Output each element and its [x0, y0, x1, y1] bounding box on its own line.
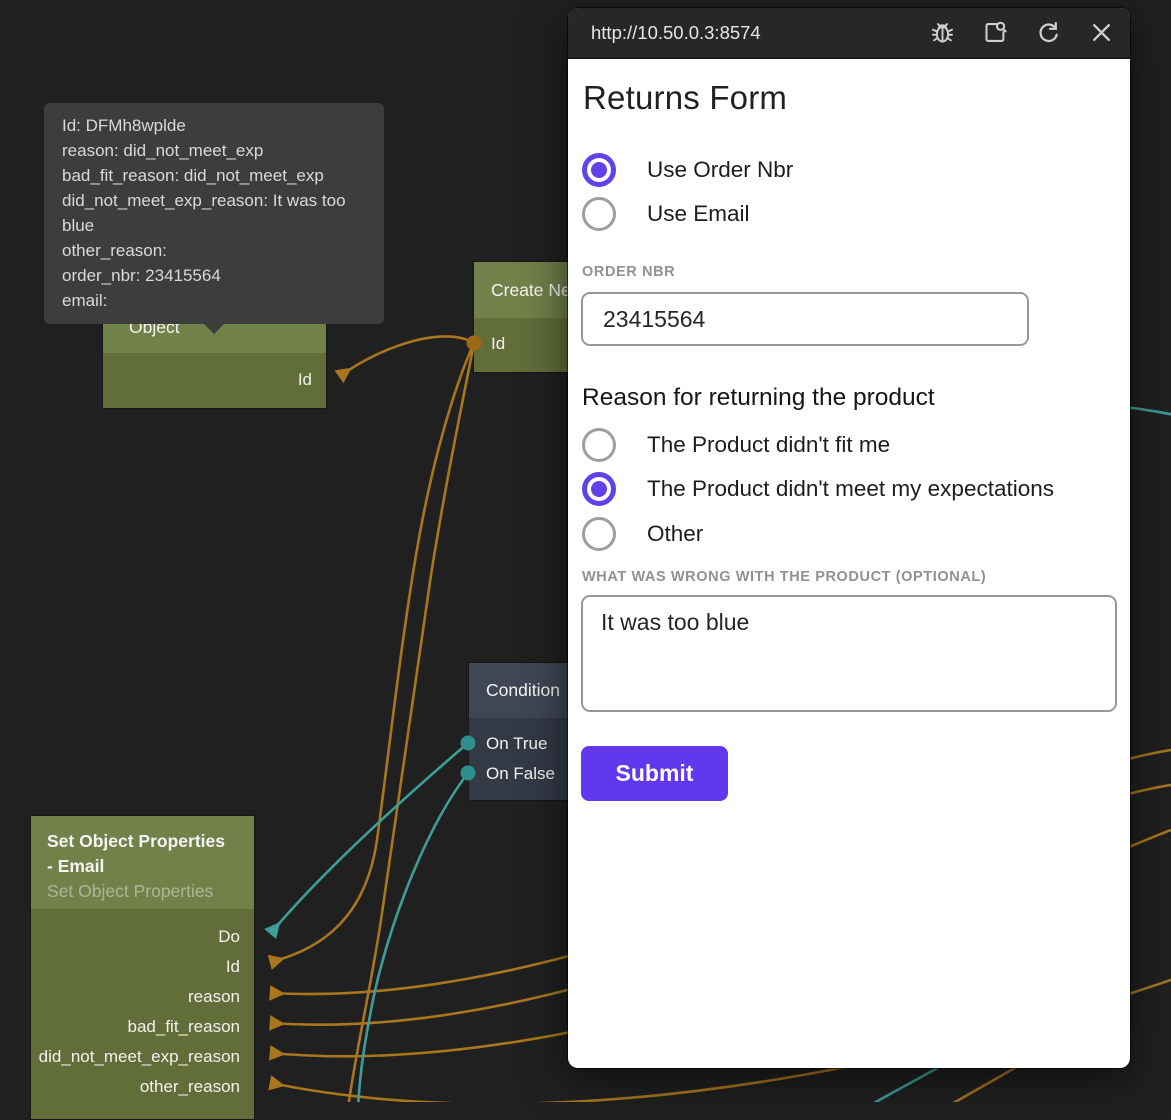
tooltip-line: bad_fit_reason: did_not_meet_exp	[62, 163, 366, 188]
port-bad-fit-reason[interactable]: bad_fit_reason	[31, 1012, 254, 1042]
node-setemail-subtitle: Set Object Properties	[47, 879, 238, 904]
preview-window: http://10.50.0.3:8574	[568, 8, 1130, 1068]
open-preview-icon[interactable]	[982, 19, 1009, 46]
tooltip-line: did_not_meet_exp_reason: It was too blue	[62, 188, 366, 238]
radio-label[interactable]: The Product didn't meet my expectations	[647, 476, 1054, 502]
tooltip-line: Id: DFMh8wplde	[62, 113, 366, 138]
node-setemail-title: Set Object Properties - Email Set Object…	[31, 816, 254, 909]
details-textarea[interactable]: It was too blue	[581, 595, 1117, 712]
bug-icon[interactable]	[929, 19, 956, 46]
radio-use-order-nbr[interactable]: Use Order Nbr	[582, 153, 793, 187]
wire-createid-to-objectid	[340, 336, 474, 376]
radio-label[interactable]: Use Email	[647, 201, 750, 227]
returns-form: Returns Form Use Order Nbr Use Email ORD…	[568, 59, 1130, 1066]
radio-didnt-meet-expectations[interactable]: The Product didn't meet my expectations	[582, 472, 1054, 506]
node-setemail-title-line1: Set Object Properties	[47, 829, 238, 854]
radio-didnt-fit[interactable]: The Product didn't fit me	[582, 428, 890, 462]
close-icon[interactable]	[1088, 19, 1115, 46]
refresh-icon[interactable]	[1035, 19, 1062, 46]
radio-unselected-icon[interactable]	[582, 517, 616, 551]
reason-heading: Reason for returning the product	[582, 384, 935, 412]
radio-label[interactable]: Other	[647, 521, 703, 547]
form-title: Returns Form	[583, 79, 787, 117]
port-id[interactable]: Id	[31, 952, 254, 982]
order-nbr-label: ORDER NBR	[582, 264, 675, 280]
radio-selected-icon[interactable]	[582, 153, 616, 187]
tooltip-line: email:	[62, 288, 366, 313]
order-nbr-input[interactable]	[581, 292, 1029, 346]
radio-selected-icon[interactable]	[582, 472, 616, 506]
wire-createid-to-setemail-id	[271, 343, 474, 962]
radio-label[interactable]: The Product didn't fit me	[647, 432, 890, 458]
tooltip-pointer	[204, 324, 224, 334]
radio-use-email[interactable]: Use Email	[582, 197, 750, 231]
preview-titlebar[interactable]: http://10.50.0.3:8574	[568, 8, 1130, 59]
details-label: WHAT WAS WRONG WITH THE PRODUCT (OPTIONA…	[582, 569, 986, 585]
radio-unselected-icon[interactable]	[582, 197, 616, 231]
tooltip-line: order_nbr: 23415564	[62, 263, 366, 288]
port-do[interactable]: Do	[31, 922, 254, 952]
radio-label[interactable]: Use Order Nbr	[647, 157, 793, 183]
debug-tooltip: Id: DFMh8wplde reason: did_not_meet_exp …	[44, 103, 384, 324]
url-text: http://10.50.0.3:8574	[591, 22, 929, 44]
radio-unselected-icon[interactable]	[582, 428, 616, 462]
port-reason[interactable]: reason	[31, 982, 254, 1012]
wire-onfalse-down	[358, 773, 468, 1102]
submit-button[interactable]: Submit	[581, 746, 728, 801]
wire-createid-down	[348, 343, 474, 1102]
radio-other[interactable]: Other	[582, 517, 703, 551]
port-did-not-meet-exp-reason[interactable]: did_not_meet_exp_reason	[31, 1042, 254, 1072]
wire-ontrue-to-do	[271, 743, 468, 933]
node-setemail-title-line2: - Email	[47, 854, 238, 879]
port-other-reason[interactable]: other_reason	[31, 1072, 254, 1102]
node-set-object-properties-email[interactable]: Set Object Properties - Email Set Object…	[30, 815, 255, 1120]
tooltip-line: reason: did_not_meet_exp	[62, 138, 366, 163]
tooltip-line: other_reason:	[62, 238, 366, 263]
port-object-id[interactable]: Id	[103, 365, 326, 395]
